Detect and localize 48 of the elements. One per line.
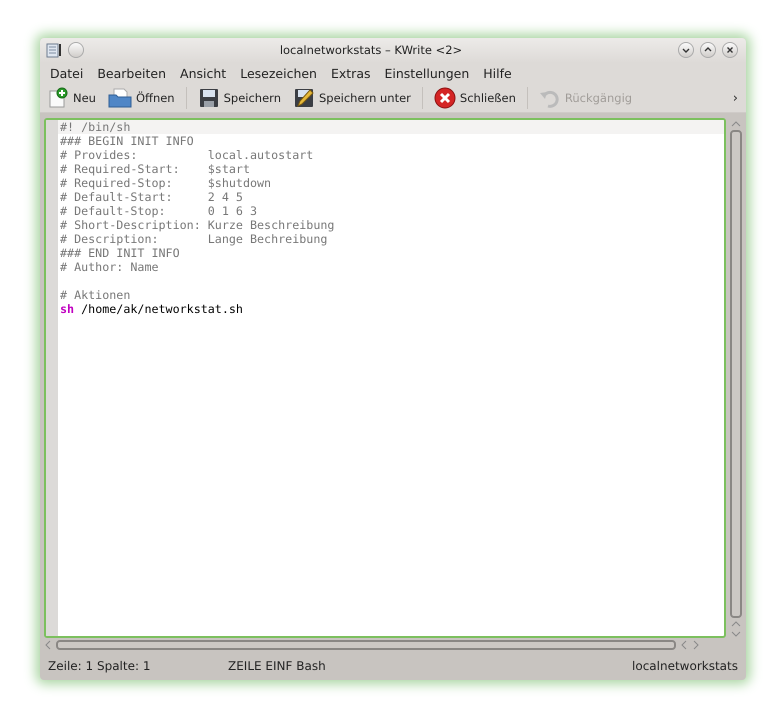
close-icon — [725, 45, 735, 55]
open-button[interactable]: Öffnen — [104, 85, 178, 111]
code-text: ### END INIT INFO — [60, 246, 180, 260]
saveas-button[interactable]: Speichern unter — [290, 85, 414, 111]
menu-item[interactable]: Lesezeichen — [240, 66, 317, 80]
code-text: # Required-Start: $start — [60, 162, 250, 176]
code-text: # Default-Start: 2 4 5 — [60, 190, 243, 204]
menu-item[interactable]: Bearbeiten — [97, 66, 166, 80]
window-menu-button[interactable] — [68, 42, 84, 58]
scroll-up-icon[interactable] — [731, 620, 741, 628]
menu-item[interactable]: Hilfe — [483, 66, 512, 80]
scroll-down-icon[interactable] — [731, 630, 741, 638]
code-text: # Description: Lange Bechreibung — [60, 232, 328, 246]
new-button[interactable]: Neu — [44, 85, 99, 111]
floppy-pencil-icon — [292, 87, 315, 109]
close-button[interactable] — [722, 42, 738, 58]
close-icon — [434, 87, 456, 109]
scroll-right-icon[interactable] — [692, 640, 700, 650]
menu-item[interactable]: Datei — [50, 66, 84, 80]
code-text: #! /bin/sh — [60, 120, 130, 134]
editor-mode: ZEILE EINF Bash — [228, 659, 326, 673]
close-button[interactable]: Schließen — [430, 85, 519, 111]
scroll-left-icon[interactable] — [680, 640, 688, 650]
new-document-icon — [47, 87, 69, 109]
code-text: /home/ak/networkstat.sh — [80, 302, 243, 316]
window-title: localnetworkstats – KWrite <2> — [278, 43, 464, 57]
menu-item[interactable]: Einstellungen — [384, 66, 470, 80]
menu-item[interactable]: Extras — [330, 66, 370, 80]
scroll-up-icon[interactable] — [731, 120, 741, 128]
code-keyword: sh — [60, 302, 74, 316]
code-text: # Required-Stop: $shutdown — [60, 176, 272, 190]
file-name: localnetworkstats — [632, 659, 738, 673]
toolbar-overflow-button[interactable]: › — [732, 90, 742, 106]
minimize-button[interactable] — [678, 42, 694, 58]
code-text: # Provides: local.autostart — [60, 148, 314, 162]
text-editor[interactable] — [44, 118, 726, 638]
scroll-left-icon[interactable] — [44, 640, 52, 650]
folder-icon — [108, 87, 132, 109]
code-text: # Aktionen — [60, 288, 130, 302]
maximize-button[interactable] — [700, 42, 716, 58]
code-text: # Author: Name — [60, 260, 159, 274]
code-text: # Default-Stop: 0 1 6 3 — [60, 204, 258, 218]
cursor-position: Zeile: 1 Spalte: 1 — [48, 659, 152, 673]
document-icon — [46, 42, 62, 58]
code-text: ### BEGIN INIT INFO — [60, 134, 194, 148]
menu-item[interactable]: Ansicht — [180, 66, 226, 80]
save-button[interactable]: Speichern — [194, 85, 284, 111]
code-text: # Short-Description: Kurze Beschreibung — [60, 218, 334, 232]
